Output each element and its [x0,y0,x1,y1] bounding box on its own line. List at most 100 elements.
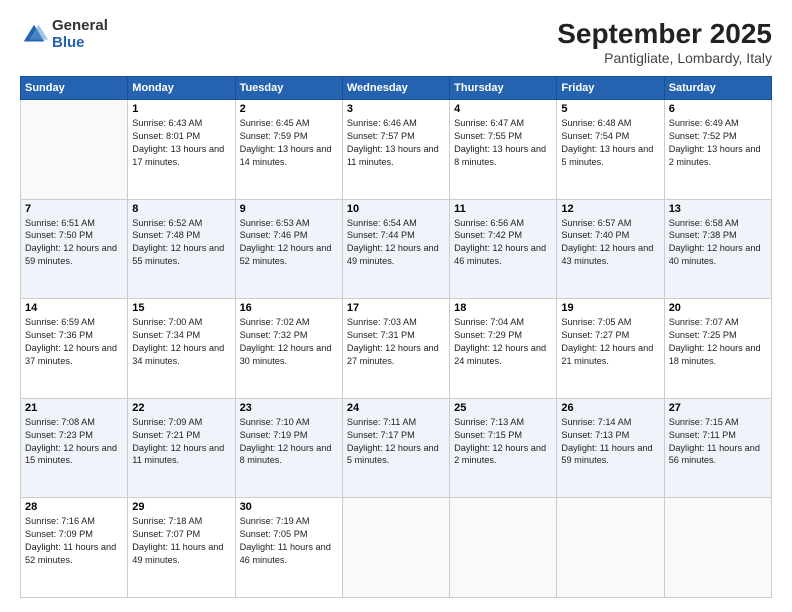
logo: General Blue [20,18,108,51]
table-row: 23Sunrise: 7:10 AMSunset: 7:19 PMDayligh… [235,398,342,498]
table-row: 22 Sunrise: 7:09 AMSunset: 7:21 PMDayligh… [128,398,235,498]
day-number: 9 [240,203,338,215]
table-row: 8 Sunrise: 6:52 AMSunset: 7:48 PMDaylight… [128,199,235,299]
calendar-header: Sunday Monday Tuesday Wednesday Thursday… [21,77,772,100]
table-row: 14 Sunrise: 6:59 AMSunset: 7:36 PMDayligh… [21,299,128,399]
page: General Blue September 2025 Pantigliate,… [0,0,792,612]
table-row: 25Sunrise: 7:13 AMSunset: 7:15 PMDayligh… [450,398,557,498]
table-row: 26Sunrise: 7:14 AMSunset: 7:13 PMDayligh… [557,398,664,498]
day-number: 27 [669,402,767,414]
day-number: 22 [132,402,230,414]
logo-text: General Blue [52,18,108,51]
table-row: 4Sunrise: 6:47 AMSunset: 7:55 PMDaylight… [450,100,557,200]
table-row: 2 Sunrise: 6:45 AMSunset: 7:59 PMDaylight… [235,100,342,200]
table-row: 3 Sunrise: 6:46 AMSunset: 7:57 PMDaylight… [342,100,449,200]
logo-general: General [52,18,108,35]
day-number: 28 [25,501,123,513]
logo-icon [20,21,48,49]
day-info: Sunrise: 6:49 AMSunset: 7:52 PMDaylight:… [669,117,767,169]
calendar-week-row: 7 Sunrise: 6:51 AMSunset: 7:50 PMDaylight… [21,199,772,299]
day-number: 16 [240,302,338,314]
day-info: Sunrise: 7:13 AMSunset: 7:15 PMDaylight:… [454,416,552,468]
table-row: 30Sunrise: 7:19 AMSunset: 7:05 PMDayligh… [235,498,342,598]
table-row: 15 Sunrise: 7:00 AMSunset: 7:34 PMDayligh… [128,299,235,399]
day-info: Sunrise: 7:10 AMSunset: 7:19 PMDaylight:… [240,416,338,468]
table-row [21,100,128,200]
day-info: Sunrise: 7:09 AMSunset: 7:21 PMDaylight:… [132,416,230,468]
table-row [342,498,449,598]
day-info: Sunrise: 7:07 AMSunset: 7:25 PMDaylight:… [669,316,767,368]
calendar-subtitle: Pantigliate, Lombardy, Italy [557,50,772,66]
day-number: 6 [669,103,767,115]
table-row: 28 Sunrise: 7:16 AMSunset: 7:09 PMDayligh… [21,498,128,598]
col-wednesday: Wednesday [342,77,449,100]
table-row: 13Sunrise: 6:58 AMSunset: 7:38 PMDayligh… [664,199,771,299]
day-number: 14 [25,302,123,314]
day-info: Sunrise: 7:15 AMSunset: 7:11 PMDaylight:… [669,416,767,468]
table-row: 10 Sunrise: 6:54 AMSunset: 7:44 PMDayligh… [342,199,449,299]
day-number: 2 [240,103,338,115]
day-info: Sunrise: 7:00 AMSunset: 7:34 PMDaylight:… [132,316,230,368]
table-row: 29 Sunrise: 7:18 AMSunset: 7:07 PMDayligh… [128,498,235,598]
title-block: September 2025 Pantigliate, Lombardy, It… [557,18,772,66]
day-number: 10 [347,203,445,215]
day-info: Sunrise: 6:43 AMSunset: 8:01 PMDaylight:… [132,117,230,169]
day-info: Sunrise: 7:11 AMSunset: 7:17 PMDaylight:… [347,416,445,468]
col-friday: Friday [557,77,664,100]
day-info: Sunrise: 6:56 AMSunset: 7:42 PMDaylight:… [454,217,552,269]
day-info: Sunrise: 6:52 AMSunset: 7:48 PMDaylight:… [132,217,230,269]
day-number: 15 [132,302,230,314]
day-info: Sunrise: 7:04 AMSunset: 7:29 PMDaylight:… [454,316,552,368]
calendar-table: Sunday Monday Tuesday Wednesday Thursday… [20,76,772,598]
calendar-week-row: 28 Sunrise: 7:16 AMSunset: 7:09 PMDayligh… [21,498,772,598]
day-number: 17 [347,302,445,314]
day-info: Sunrise: 7:02 AMSunset: 7:32 PMDaylight:… [240,316,338,368]
day-number: 20 [669,302,767,314]
day-info: Sunrise: 7:16 AMSunset: 7:09 PMDaylight:… [25,515,123,567]
day-info: Sunrise: 6:58 AMSunset: 7:38 PMDaylight:… [669,217,767,269]
day-number: 8 [132,203,230,215]
day-number: 21 [25,402,123,414]
calendar-title: September 2025 [557,18,772,50]
col-saturday: Saturday [664,77,771,100]
col-sunday: Sunday [21,77,128,100]
day-info: Sunrise: 7:08 AMSunset: 7:23 PMDaylight:… [25,416,123,468]
day-info: Sunrise: 6:53 AMSunset: 7:46 PMDaylight:… [240,217,338,269]
day-number: 3 [347,103,445,115]
day-number: 5 [561,103,659,115]
calendar-week-row: 1 Sunrise: 6:43 AMSunset: 8:01 PMDaylight… [21,100,772,200]
day-number: 26 [561,402,659,414]
day-info: Sunrise: 6:59 AMSunset: 7:36 PMDaylight:… [25,316,123,368]
table-row [557,498,664,598]
day-info: Sunrise: 6:45 AMSunset: 7:59 PMDaylight:… [240,117,338,169]
day-number: 24 [347,402,445,414]
table-row: 9 Sunrise: 6:53 AMSunset: 7:46 PMDaylight… [235,199,342,299]
day-number: 7 [25,203,123,215]
table-row: 7 Sunrise: 6:51 AMSunset: 7:50 PMDaylight… [21,199,128,299]
day-number: 1 [132,103,230,115]
day-info: Sunrise: 6:51 AMSunset: 7:50 PMDaylight:… [25,217,123,269]
table-row: 20 Sunrise: 7:07 AMSunset: 7:25 PMDayligh… [664,299,771,399]
day-number: 12 [561,203,659,215]
day-info: Sunrise: 6:48 AMSunset: 7:54 PMDaylight:… [561,117,659,169]
table-row: 18Sunrise: 7:04 AMSunset: 7:29 PMDayligh… [450,299,557,399]
col-thursday: Thursday [450,77,557,100]
day-info: Sunrise: 7:19 AMSunset: 7:05 PMDaylight:… [240,515,338,567]
col-tuesday: Tuesday [235,77,342,100]
table-row: 21 Sunrise: 7:08 AMSunset: 7:23 PMDayligh… [21,398,128,498]
day-info: Sunrise: 6:46 AMSunset: 7:57 PMDaylight:… [347,117,445,169]
table-row: 19Sunrise: 7:05 AMSunset: 7:27 PMDayligh… [557,299,664,399]
table-row: 6 Sunrise: 6:49 AMSunset: 7:52 PMDaylight… [664,100,771,200]
day-number: 19 [561,302,659,314]
calendar-week-row: 14 Sunrise: 6:59 AMSunset: 7:36 PMDayligh… [21,299,772,399]
table-row: 16 Sunrise: 7:02 AMSunset: 7:32 PMDayligh… [235,299,342,399]
day-number: 29 [132,501,230,513]
day-info: Sunrise: 6:54 AMSunset: 7:44 PMDaylight:… [347,217,445,269]
table-row: 27 Sunrise: 7:15 AMSunset: 7:11 PMDayligh… [664,398,771,498]
table-row: 17 Sunrise: 7:03 AMSunset: 7:31 PMDayligh… [342,299,449,399]
day-info: Sunrise: 7:18 AMSunset: 7:07 PMDaylight:… [132,515,230,567]
header: General Blue September 2025 Pantigliate,… [20,18,772,66]
col-monday: Monday [128,77,235,100]
day-info: Sunrise: 7:03 AMSunset: 7:31 PMDaylight:… [347,316,445,368]
table-row: 11Sunrise: 6:56 AMSunset: 7:42 PMDayligh… [450,199,557,299]
